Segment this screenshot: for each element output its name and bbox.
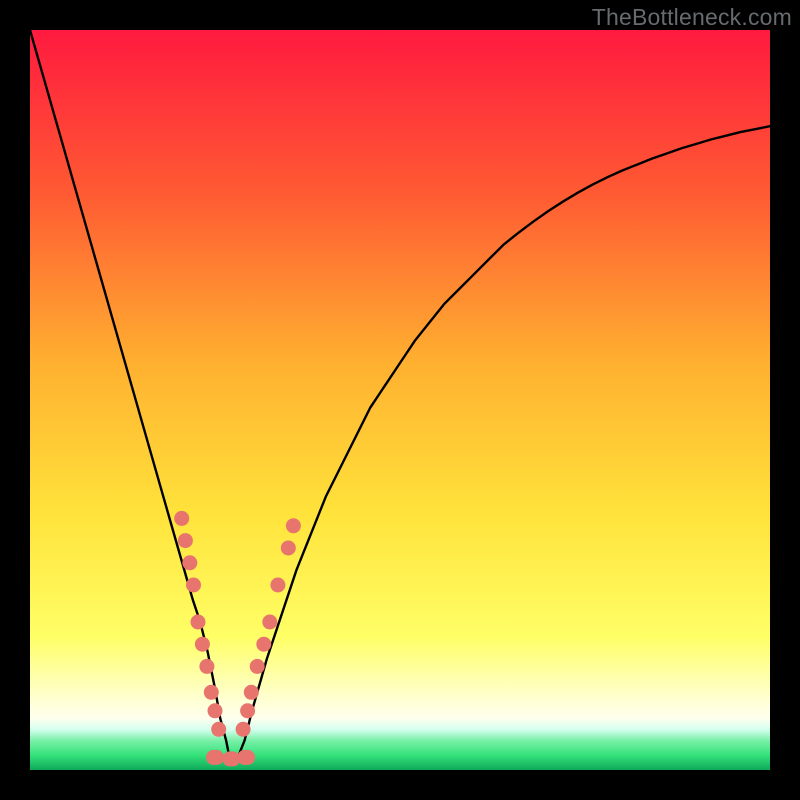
chart-stage: TheBottleneck.com <box>0 0 800 800</box>
marker-dot <box>270 578 285 593</box>
marker-dot <box>174 511 189 526</box>
marker-pill <box>237 750 255 765</box>
marker-dot <box>286 518 301 533</box>
marker-dot <box>281 541 296 556</box>
marker-dot <box>262 615 277 630</box>
watermark-text: TheBottleneck.com <box>592 4 792 31</box>
marker-dot <box>211 722 226 737</box>
marker-dot <box>182 555 197 570</box>
plot-area <box>30 30 770 770</box>
bottleneck-curve <box>30 30 770 759</box>
marker-pill <box>206 750 224 765</box>
marker-dot <box>186 578 201 593</box>
marker-dot <box>178 533 193 548</box>
marker-dot <box>199 659 214 674</box>
marker-dot <box>236 722 251 737</box>
marker-dot <box>204 685 219 700</box>
marker-dot <box>191 615 206 630</box>
marker-dot <box>208 703 223 718</box>
marker-dot <box>244 685 259 700</box>
marker-layer <box>174 511 301 767</box>
marker-dot <box>240 703 255 718</box>
marker-dot <box>195 637 210 652</box>
marker-dot <box>256 637 271 652</box>
curve-layer <box>30 30 770 759</box>
marker-dot <box>250 659 265 674</box>
chart-svg <box>30 30 770 770</box>
